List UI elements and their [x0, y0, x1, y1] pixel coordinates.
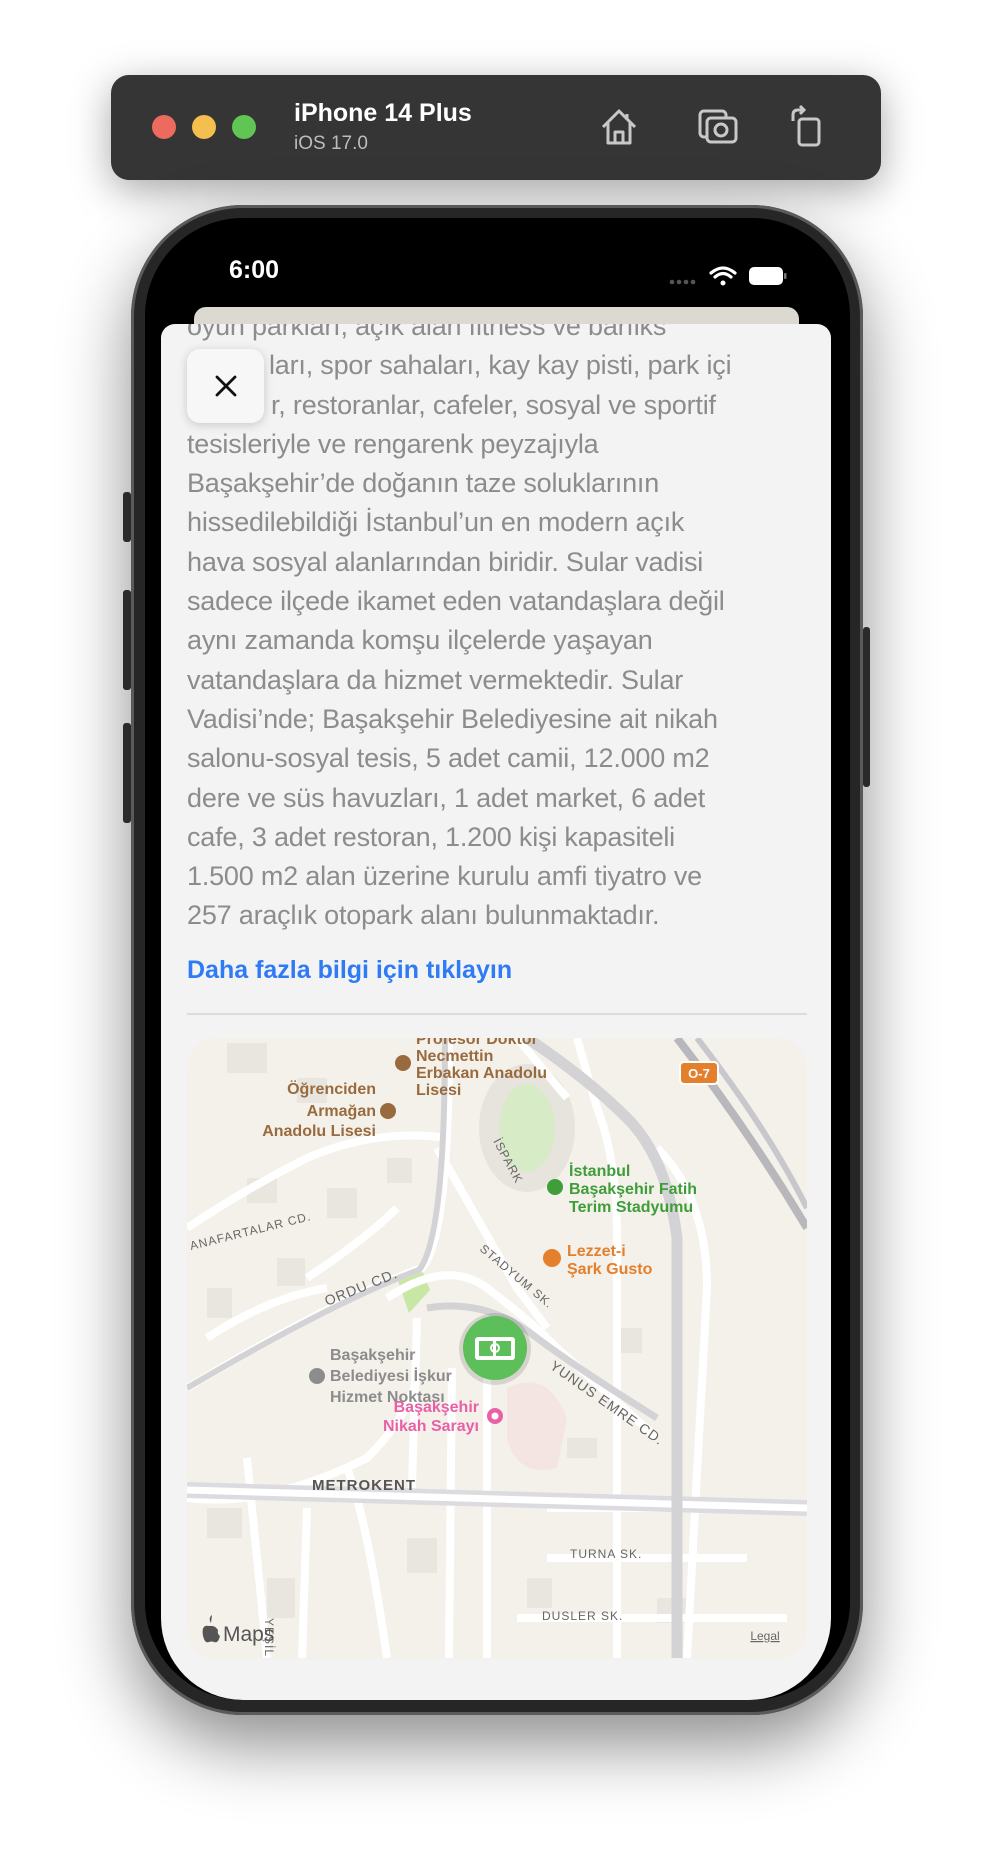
description-line: salonu-sosyal tesis, 5 adet camii, 12.00…	[187, 743, 710, 774]
power-button	[863, 627, 870, 787]
os-version: iOS 17.0	[294, 133, 368, 154]
home-icon[interactable]	[597, 105, 641, 149]
svg-text:Başakşehir: Başakşehir	[330, 1347, 415, 1364]
svg-text:TURNA SK.: TURNA SK.	[570, 1547, 642, 1561]
description-line: Vadisi’nde; Başakşehir Belediyesine ait …	[187, 703, 718, 734]
description-line: cafe, 3 adet restoran, 1.200 kişi kapasi…	[187, 821, 675, 852]
description-text: oyun parkları, açık alan fitness ve barf…	[187, 324, 807, 936]
svg-text:ORDU CD.: ORDU CD.	[322, 1265, 400, 1309]
svg-text:Başakşehir: Başakşehir	[394, 1399, 479, 1416]
svg-text:Erbakan Anadolu: Erbakan Anadolu	[416, 1065, 547, 1082]
phone-screen: 6:00 oyun parkları, açık alan fitness ve…	[145, 218, 850, 1700]
action-button	[123, 492, 131, 542]
more-info-link[interactable]: Daha fazla bilgi için tıklayın	[187, 956, 512, 985]
svg-text:DUSLER SK.: DUSLER SK.	[542, 1609, 623, 1623]
poi-restaurant[interactable]: Lezzet-i Şark Gusto	[543, 1243, 653, 1278]
screenshot-icon[interactable]	[696, 105, 740, 149]
building-icon	[309, 1368, 325, 1384]
svg-text:Armağan: Armağan	[307, 1103, 376, 1120]
fork-knife-icon	[543, 1249, 561, 1267]
svg-text:Necmettin: Necmettin	[416, 1048, 493, 1065]
description-line: vatandaşlara da hizmet vermektedir. Sula…	[187, 664, 684, 695]
wifi-icon	[709, 266, 737, 286]
description-line: 1.500 m2 alan üzerine kurulu amfi tiyatr…	[187, 861, 702, 892]
stadium-icon	[547, 1179, 563, 1195]
device-name: iPhone 14 Plus	[294, 99, 472, 127]
school-icon	[380, 1103, 396, 1119]
poi-school-2[interactable]: Öğrenciden Armağan Anadolu Lisesi	[262, 1079, 396, 1140]
cellular-icon	[669, 279, 696, 285]
svg-text:Lezzet-i: Lezzet-i	[567, 1243, 626, 1260]
xmark-icon	[215, 375, 236, 397]
volume-down-button	[123, 723, 131, 823]
school-icon	[395, 1055, 411, 1071]
battery-icon	[749, 267, 787, 285]
legal-link[interactable]: Legal	[750, 1629, 779, 1643]
rotate-icon[interactable]	[785, 105, 829, 149]
map-view[interactable]: Profesor Doktor Necmettin Erbakan Anadol…	[187, 1038, 807, 1659]
description-line: oyun parkları, açık alan fitness ve barf…	[187, 324, 667, 341]
description-line: sadece ilçede ikamet eden vatandaşlara d…	[187, 586, 725, 617]
window-zoom-button[interactable]	[232, 115, 256, 139]
description-line: tesisleriyle ve rengarenk peyzajıyla	[187, 428, 599, 459]
svg-text:Lisesi: Lisesi	[416, 1082, 461, 1099]
description-line: aynı zamanda komşu ilçelerde yaşayan	[187, 625, 653, 656]
svg-text:Anadolu Lisesi: Anadolu Lisesi	[262, 1123, 376, 1140]
description-line: hava sosyal alanlarından biridir. Sular …	[187, 546, 704, 577]
hospital-area	[507, 1382, 567, 1470]
description-line: dere ve süs havuzları, 1 adet market, 6 …	[187, 782, 705, 813]
description-line: r, restoranlar, cafeler, sosyal ve sport…	[271, 389, 716, 420]
description-line: 257 araçlık otopark alanı bulunmaktadır.	[187, 900, 660, 931]
location-pin[interactable]	[459, 1313, 531, 1385]
close-button[interactable]	[187, 349, 264, 423]
description-line: Başakşehir’de doğanın taze soluklarının	[187, 468, 660, 499]
svg-text:YUNUS EMRE CD.: YUNUS EMRE CD.	[547, 1357, 667, 1448]
description-line: hissedilebildiği İstanbul’un en modern a…	[187, 507, 685, 538]
svg-text:Şark Gusto: Şark Gusto	[567, 1261, 653, 1278]
district-label: METROKENT	[312, 1477, 416, 1494]
svg-text:Nikah Sarayı: Nikah Sarayı	[383, 1418, 479, 1435]
window-minimize-button[interactable]	[192, 115, 216, 139]
soccer-field-icon	[475, 1337, 515, 1360]
volume-up-button	[123, 590, 131, 690]
svg-text:Başakşehir Fatih: Başakşehir Fatih	[569, 1181, 697, 1198]
window-close-button[interactable]	[152, 115, 176, 139]
svg-text:O-7: O-7	[688, 1066, 710, 1081]
svg-text:Terim Stadyumu: Terim Stadyumu	[569, 1199, 693, 1216]
status-icons	[669, 266, 787, 286]
simulator-toolbar: iPhone 14 Plus iOS 17.0	[111, 75, 881, 180]
description-line: ları, spor sahaları, kay kay pisti, park…	[269, 350, 732, 381]
svg-text:Maps: Maps	[223, 1623, 274, 1646]
poi-office[interactable]: Başakşehir Belediyesi İşkur Hizmet Nokta…	[309, 1347, 452, 1406]
detail-sheet: oyun parkları, açık alan fitness ve barf…	[161, 324, 831, 1700]
svg-text:STADYUM SK.: STADYUM SK.	[477, 1242, 556, 1312]
highway-shield: O-7	[679, 1061, 719, 1085]
status-time: 6:00	[229, 256, 280, 284]
svg-text:Profesor Doktor: Profesor Doktor	[416, 1038, 538, 1048]
svg-text:İstanbul: İstanbul	[569, 1162, 630, 1180]
divider	[187, 1013, 807, 1015]
svg-text:Öğrenciden: Öğrenciden	[287, 1079, 376, 1098]
svg-text:Belediyesi İşkur: Belediyesi İşkur	[330, 1367, 452, 1385]
